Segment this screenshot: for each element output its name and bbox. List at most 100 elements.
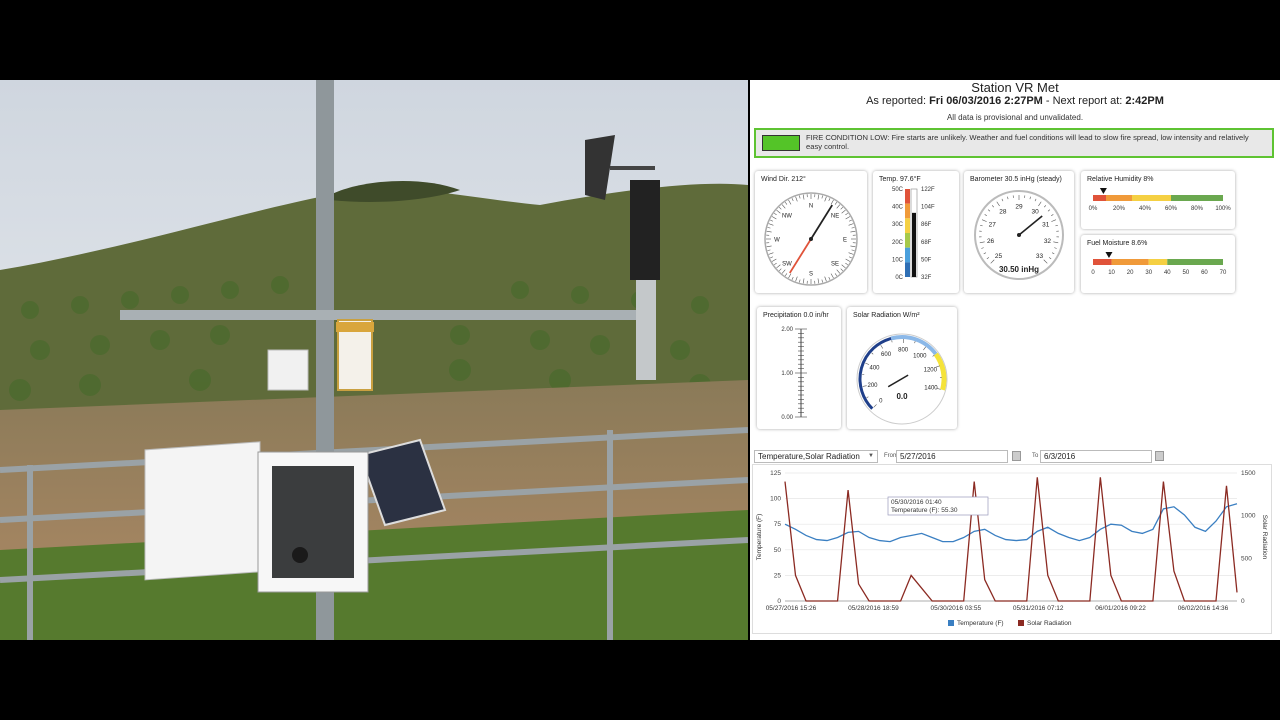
scale-tick-label: 30 [1145, 270, 1152, 276]
thermometer-fill [912, 212, 916, 277]
fahrenheit-tick-label: 68F [921, 240, 932, 246]
barometer-tick-label: 26 [987, 238, 995, 245]
barometer-card: Barometer 30.5 inHg (steady) 25 26 27 28 29 3… [964, 171, 1074, 293]
x-axis-tick-label: 05/31/2016 07:12 [1013, 605, 1064, 612]
celsius-tick-label: 40C [892, 205, 904, 211]
station-dashboard: Station VR Met As reported: Fri 06/03/20… [750, 80, 1280, 640]
right-axis-tick-label: 1000 [1241, 513, 1256, 520]
temperature-card: Temp. 97.6°F 50C 40C 30C 20C 10C 0C 122F 104F 86… [873, 171, 959, 293]
humidity-card: Relative Humidity 8% 0% 20% 40% 60% 80% 100% [1081, 171, 1235, 229]
next-report-time: 2:42PM [1125, 95, 1164, 107]
scale-tick-label: 60% [1165, 206, 1178, 212]
solar-tick-label: 800 [898, 348, 909, 354]
barometer-readout: 30.50 inHg [999, 265, 1039, 274]
solar-tick-label: 400 [869, 366, 880, 372]
barometer-tick-label: 32 [1044, 238, 1052, 245]
thermometer-gauge: 50C 40C 30C 20C 10C 0C 122F 104F 86F 68F 50F 32F [892, 187, 935, 281]
barometer-tick-label: 31 [1042, 221, 1050, 228]
barometer-tick-label: 25 [995, 253, 1003, 260]
to-date-label: To [1032, 453, 1039, 459]
barometer-tick-label: 28 [999, 208, 1007, 215]
solar-tick-label: 1200 [924, 368, 938, 374]
scale-tick-label: 40 [1164, 270, 1171, 276]
report-times: As reported: Fri 06/03/2016 2:27PM - Nex… [750, 95, 1280, 107]
time-series-chart-svg: 125100755025015001000500005/27/2016 15:2… [756, 470, 1268, 627]
thermometer-scale-band [905, 203, 910, 219]
barometer-dial: 25 26 2728 29 3031 32 33 30.50 inHg [974, 190, 1064, 280]
from-calendar-icon[interactable] [1012, 451, 1021, 461]
left-axis-title: Temperature (F) [756, 514, 763, 561]
series-line [784, 477, 1238, 602]
precipitation-card: Precipitation 0.0 in/hr 2.00 1.00 0.00 [757, 307, 841, 429]
left-axis-tick-label: 0 [777, 598, 781, 605]
barometer-hub [1017, 233, 1021, 237]
scale-tick-label: 50 [1183, 270, 1190, 276]
wind-needle-hub [809, 237, 813, 241]
provisional-note: All data is provisional and unvalidated. [946, 113, 1084, 122]
scale-band [1106, 195, 1132, 201]
chart-tooltip-date: 05/30/2016 01:40 [891, 499, 942, 506]
celsius-tick-label: 10C [892, 257, 904, 263]
wind-compass: N NE E SE S SW W NW [764, 192, 858, 286]
precipitation-gauge: 2.00 1.00 0.00 [781, 327, 807, 421]
compass-point-label: SW [782, 262, 792, 268]
compass-point-label: NE [831, 213, 839, 219]
scale-tick-label: 0 [1091, 270, 1095, 276]
series-select[interactable]: Temperature,Solar Radiation ▼ [754, 450, 878, 463]
left-axis-tick-label: 50 [774, 547, 782, 554]
chevron-down-icon: ▼ [868, 453, 874, 459]
thermometer-scale-band [905, 262, 910, 277]
right-axis-tick-label: 1500 [1241, 470, 1256, 477]
right-axis-tick-label: 0 [1241, 598, 1245, 605]
left-axis-tick-label: 25 [774, 572, 782, 579]
scale-tick-label: 80% [1191, 206, 1204, 212]
precipitation-tick-label: 2.00 [781, 327, 793, 333]
scale-band [1093, 259, 1112, 265]
compass-point-label: S [809, 272, 813, 278]
fire-condition-swatch [762, 135, 800, 151]
chart-tooltip-value: Temperature (F): 55.30 [891, 507, 958, 514]
compass-point-label: E [843, 238, 847, 244]
x-axis-tick-label: 05/28/2016 18:59 [848, 605, 899, 612]
scale-band [1111, 259, 1149, 265]
legend-label: Solar Radiation [1027, 620, 1072, 627]
scale-tick-label: 100% [1215, 206, 1231, 212]
solar-radiation-card: Solar Radiation W/m² 0 200 400 600 800 1000 12… [847, 307, 957, 429]
scale-tick-label: 20% [1113, 206, 1126, 212]
weather-station-photo [0, 80, 748, 640]
scale-tick-label: 10 [1108, 270, 1115, 276]
legend-label: Temperature (F) [957, 620, 1004, 627]
wind-direction-card: Wind Dir. 212° N NE E SE S SW W NW [755, 171, 867, 293]
scale-tick-label: 0% [1089, 206, 1098, 212]
precipitation-tick-label: 0.00 [781, 415, 793, 421]
scale-tick-label: 70 [1220, 270, 1227, 276]
barometer-tick-label: 30 [1031, 208, 1039, 215]
thermometer-scale-band [905, 218, 910, 233]
solar-radiation-dial: 02004006008001000120014000.0 [856, 333, 948, 425]
scale-band [1171, 195, 1223, 201]
thermometer-scale-band [905, 233, 910, 248]
left-axis-tick-label: 75 [774, 521, 782, 528]
scale-band [1093, 195, 1106, 201]
right-axis-title: Solar Radiation [1261, 515, 1268, 560]
from-date-input[interactable]: 5/27/2016 [896, 450, 1008, 463]
precipitation-tick-label: 1.00 [781, 371, 793, 377]
x-axis-tick-label: 06/01/2016 09:22 [1095, 605, 1146, 612]
fahrenheit-tick-label: 104F [921, 205, 935, 211]
scale-tick-label: 20 [1127, 270, 1134, 276]
reported-prefix: As reported: [866, 95, 927, 107]
thermometer-scale-band [905, 189, 910, 204]
fahrenheit-tick-label: 122F [921, 187, 935, 193]
fahrenheit-tick-label: 32F [921, 275, 932, 281]
to-calendar-icon[interactable] [1155, 451, 1164, 461]
scale-tick-label: 60 [1201, 270, 1208, 276]
to-date-input[interactable]: 6/3/2016 [1040, 450, 1152, 463]
value-marker [1105, 252, 1113, 258]
solar-tick-label: 1400 [924, 385, 938, 391]
scale-band [1132, 195, 1171, 201]
fuel-moisture-card: Fuel Moisture 8.6% 0 10 20 30 40 50 60 70 [1081, 235, 1235, 293]
compass-point-label: W [774, 238, 780, 244]
celsius-tick-label: 30C [892, 222, 904, 228]
fahrenheit-tick-label: 50F [921, 257, 932, 263]
humidity-bar: 0% 20% 40% 60% 80% 100% [1089, 188, 1231, 212]
